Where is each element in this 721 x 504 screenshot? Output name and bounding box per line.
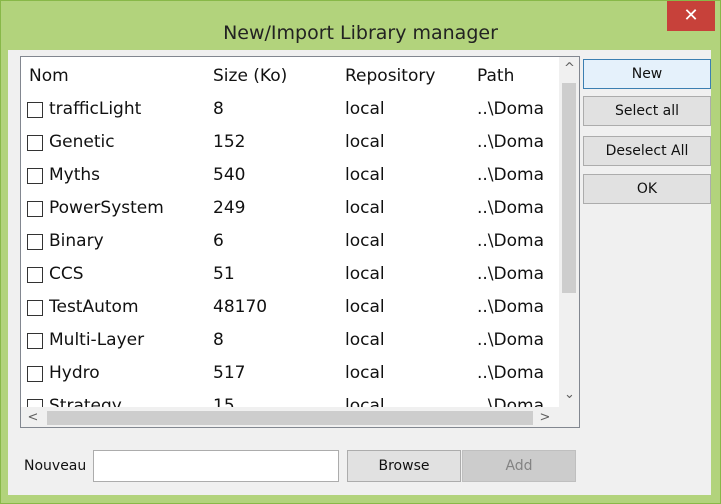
table-row[interactable]: PowerSystem 249 local ..\Doma bbox=[21, 192, 551, 225]
library-path: ..\Doma bbox=[477, 165, 545, 185]
close-icon: ✕ bbox=[683, 5, 699, 26]
row-checkbox[interactable] bbox=[27, 366, 43, 382]
library-name: Genetic bbox=[49, 132, 115, 152]
browse-button[interactable]: Browse bbox=[347, 450, 461, 482]
library-size: 48170 bbox=[213, 297, 268, 317]
table-row[interactable]: Binary 6 local ..\Doma bbox=[21, 225, 551, 258]
nouveau-label: Nouveau bbox=[24, 458, 87, 474]
library-repository: local bbox=[345, 165, 385, 185]
row-checkbox[interactable] bbox=[27, 135, 43, 151]
library-size: 517 bbox=[213, 363, 246, 383]
scrollbar-corner bbox=[559, 407, 579, 427]
table-row[interactable]: Strategy 15 local ..\Doma bbox=[21, 390, 551, 407]
library-repository: local bbox=[345, 297, 385, 317]
library-name: Binary bbox=[49, 231, 104, 251]
library-size: 540 bbox=[213, 165, 246, 185]
library-name: Multi-Layer bbox=[49, 330, 145, 350]
library-path: ..\Doma bbox=[477, 132, 545, 152]
library-repository: local bbox=[345, 132, 385, 152]
ok-button[interactable]: OK bbox=[583, 174, 711, 204]
row-checkbox[interactable] bbox=[27, 267, 43, 283]
library-path: ..\Doma bbox=[477, 198, 545, 218]
library-path: ..\Doma bbox=[477, 231, 545, 251]
table-row[interactable]: CCS 51 local ..\Doma bbox=[21, 258, 551, 291]
library-list[interactable]: Nom Size (Ko) Repository Path trafficLig… bbox=[20, 56, 580, 428]
library-name: Myths bbox=[49, 165, 101, 185]
window-title: New/Import Library manager bbox=[223, 22, 498, 44]
scroll-down-icon[interactable]: ⌄ bbox=[559, 385, 579, 405]
library-name: Strategy bbox=[49, 396, 122, 407]
library-path: ..\Doma bbox=[477, 99, 545, 119]
library-repository: local bbox=[345, 264, 385, 284]
vertical-scrollbar[interactable]: ^ ⌄ bbox=[559, 57, 579, 407]
row-checkbox[interactable] bbox=[27, 102, 43, 118]
new-button[interactable]: New bbox=[583, 59, 711, 89]
row-checkbox[interactable] bbox=[27, 333, 43, 349]
horizontal-scroll-thumb[interactable] bbox=[47, 411, 533, 425]
library-size: 249 bbox=[213, 198, 246, 218]
table-row[interactable]: Hydro 517 local ..\Doma bbox=[21, 357, 551, 390]
scroll-up-icon[interactable]: ^ bbox=[559, 59, 579, 79]
close-button[interactable]: ✕ bbox=[667, 1, 715, 31]
column-header-name[interactable]: Nom bbox=[29, 60, 209, 93]
table-row[interactable]: Multi-Layer 8 local ..\Doma bbox=[21, 324, 551, 357]
row-checkbox[interactable] bbox=[27, 300, 43, 316]
vertical-scroll-thumb[interactable] bbox=[562, 83, 576, 293]
title-bar[interactable]: New/Import Library manager ✕ bbox=[1, 1, 720, 51]
library-repository: local bbox=[345, 363, 385, 383]
library-path: ..\Doma bbox=[477, 396, 545, 407]
row-checkbox[interactable] bbox=[27, 168, 43, 184]
library-path: ..\Doma bbox=[477, 363, 545, 383]
library-size: 8 bbox=[213, 330, 224, 350]
library-name: TestAutom bbox=[49, 297, 139, 317]
library-path: ..\Doma bbox=[477, 264, 545, 284]
table-row[interactable]: TestAutom 48170 local ..\Doma bbox=[21, 291, 551, 324]
column-header-path[interactable]: Path bbox=[477, 60, 553, 93]
library-repository: local bbox=[345, 198, 385, 218]
column-header-size[interactable]: Size (Ko) bbox=[213, 60, 338, 93]
deselect-all-button[interactable]: Deselect All bbox=[583, 136, 711, 166]
row-checkbox[interactable] bbox=[27, 201, 43, 217]
library-size: 8 bbox=[213, 99, 224, 119]
scroll-right-icon[interactable]: > bbox=[535, 407, 555, 427]
library-size: 15 bbox=[213, 396, 235, 407]
library-repository: local bbox=[345, 330, 385, 350]
horizontal-scrollbar[interactable]: < > bbox=[21, 407, 559, 427]
library-name: PowerSystem bbox=[49, 198, 164, 218]
table-row[interactable]: trafficLight 8 local ..\Doma bbox=[21, 93, 551, 126]
column-header-repository[interactable]: Repository bbox=[345, 60, 470, 93]
library-size: 6 bbox=[213, 231, 224, 251]
add-button[interactable]: Add bbox=[462, 450, 576, 482]
table-row[interactable]: Genetic 152 local ..\Doma bbox=[21, 126, 551, 159]
table-header: Nom Size (Ko) Repository Path bbox=[21, 60, 551, 93]
library-repository: local bbox=[345, 396, 385, 407]
library-size: 51 bbox=[213, 264, 235, 284]
library-name: Hydro bbox=[49, 363, 100, 383]
library-repository: local bbox=[345, 231, 385, 251]
row-checkbox[interactable] bbox=[27, 399, 43, 407]
scroll-left-icon[interactable]: < bbox=[23, 407, 43, 427]
library-repository: local bbox=[345, 99, 385, 119]
table-row[interactable]: Myths 540 local ..\Doma bbox=[21, 159, 551, 192]
library-size: 152 bbox=[213, 132, 246, 152]
select-all-button[interactable]: Select all bbox=[583, 96, 711, 126]
library-name: CCS bbox=[49, 264, 84, 284]
library-path: ..\Doma bbox=[477, 330, 545, 350]
library-path: ..\Doma bbox=[477, 297, 545, 317]
library-name: trafficLight bbox=[49, 99, 142, 119]
nouveau-input[interactable] bbox=[93, 450, 339, 482]
row-checkbox[interactable] bbox=[27, 234, 43, 250]
